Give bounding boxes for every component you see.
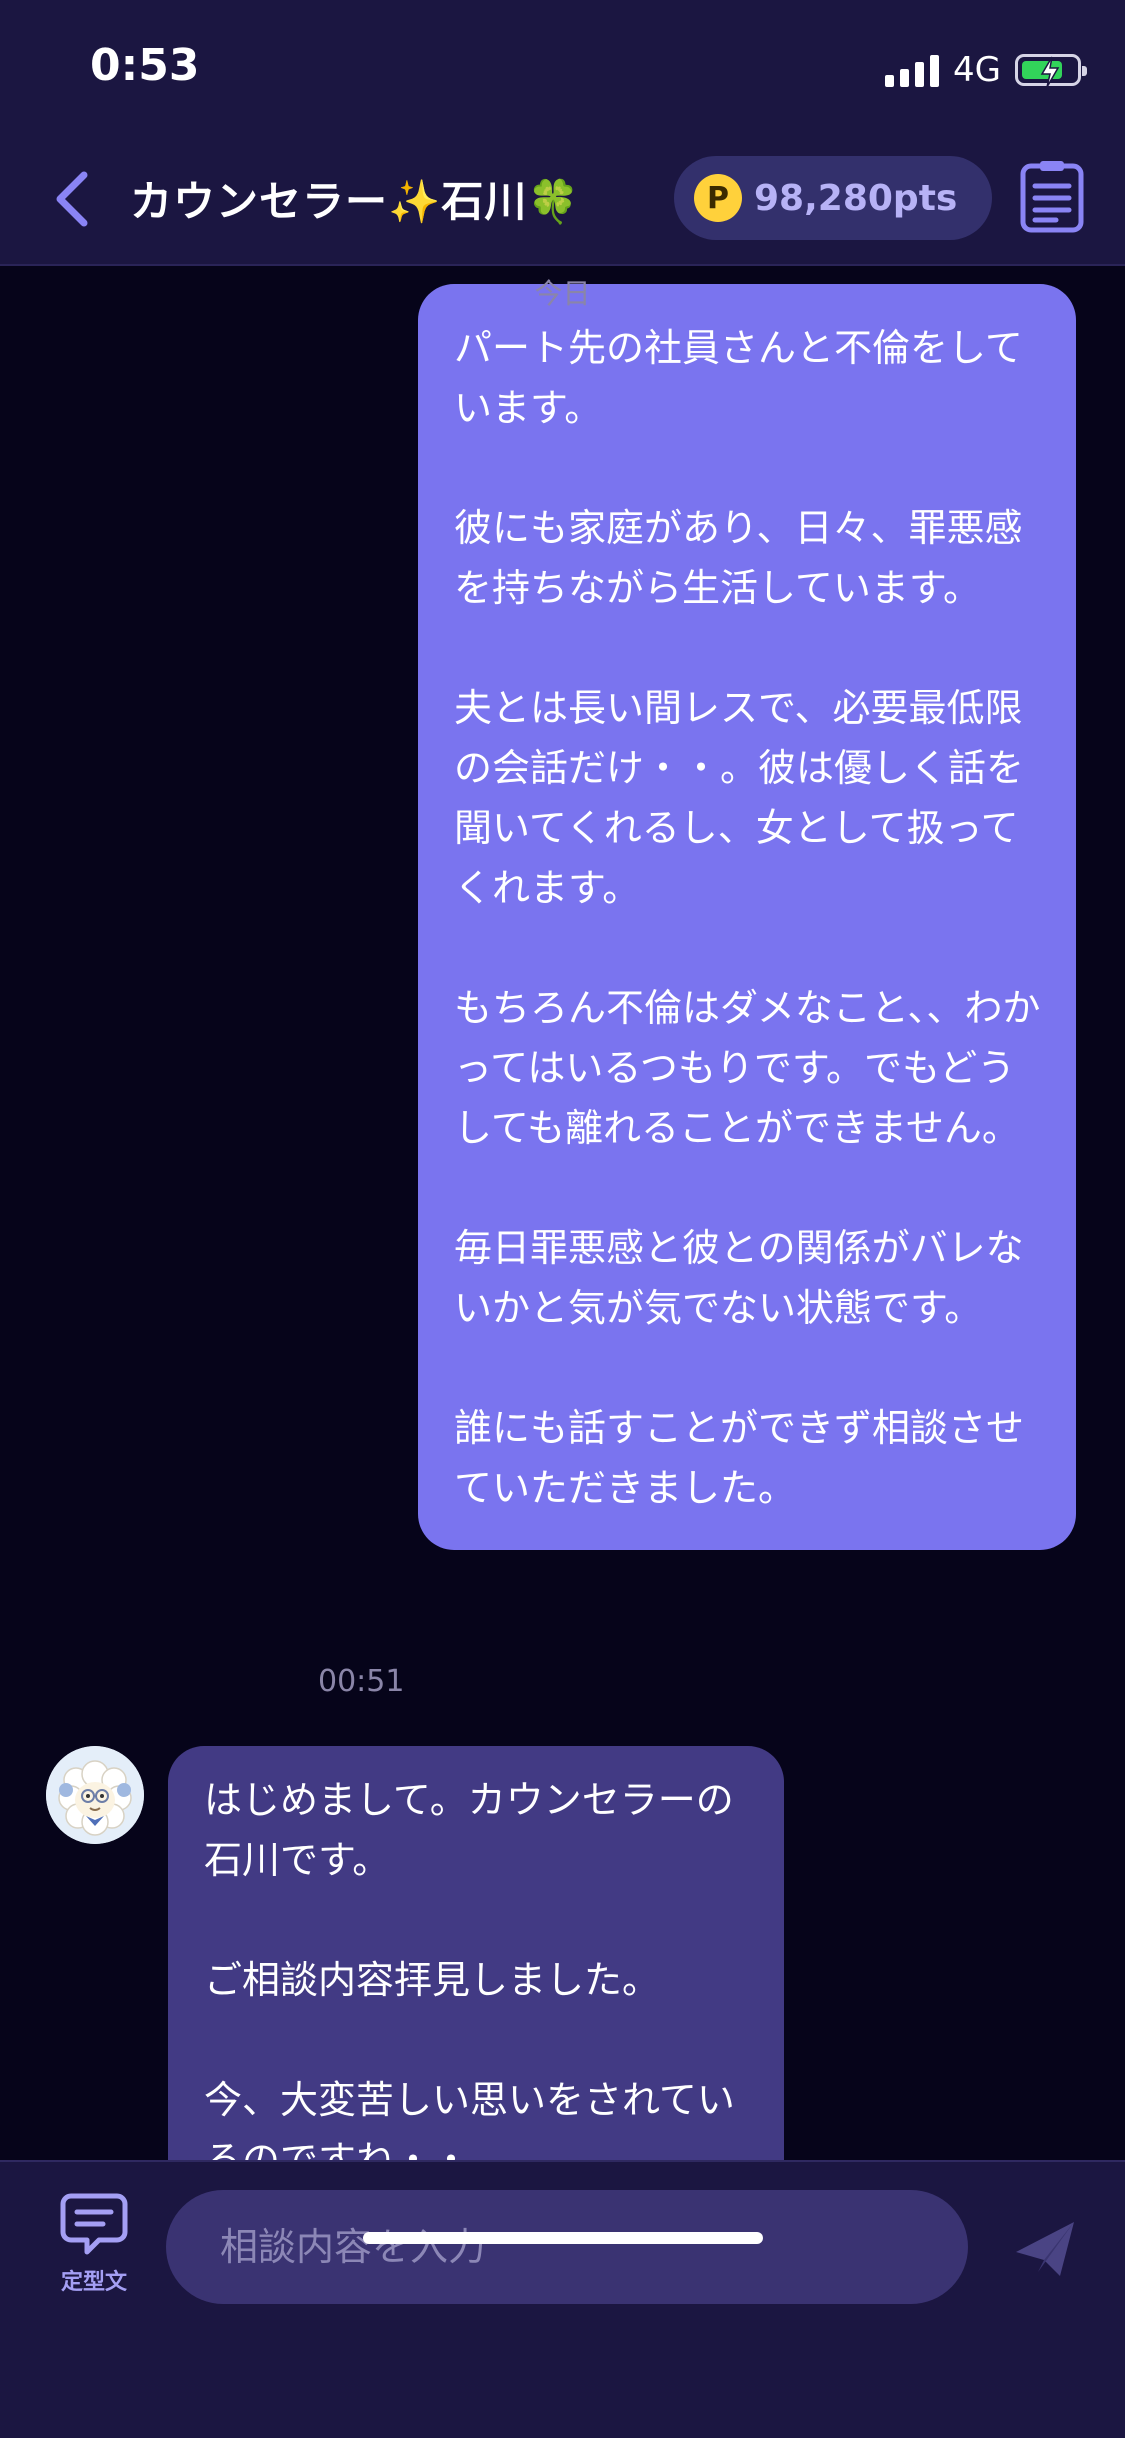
- template-chat-icon: [60, 2193, 128, 2255]
- sparkle-icon: ✨: [388, 177, 442, 226]
- back-chevron-icon[interactable]: [44, 164, 100, 234]
- memo-icon[interactable]: [1020, 160, 1084, 234]
- date-label: 今日: [534, 277, 591, 310]
- home-indicator: [363, 2232, 763, 2244]
- composer-bar: 定型文: [0, 2160, 1125, 2438]
- page-title: カウンセラー✨石川🍀: [130, 168, 581, 229]
- battery-icon: [1015, 54, 1087, 88]
- status-time: 0:53: [90, 40, 200, 91]
- avatar[interactable]: [46, 1746, 144, 1844]
- points-badge[interactable]: P 98,280pts: [674, 156, 992, 240]
- message-input[interactable]: [166, 2190, 968, 2304]
- clover-icon: 🍀: [527, 177, 581, 226]
- title-prefix: カウンセラー: [130, 177, 389, 226]
- incoming-message: はじめまして。カウンセラーの石川です。 ご相談内容拝見しました。 今、大変苦しい…: [168, 1746, 784, 2160]
- message-time: 00:51: [318, 1664, 405, 1699]
- network-type: 4G: [953, 50, 1001, 90]
- signal-icon: [885, 53, 940, 87]
- coin-icon: P: [694, 174, 742, 222]
- points-value: 98,280pts: [754, 177, 958, 219]
- template-button[interactable]: 定型文: [40, 2192, 148, 2302]
- send-icon: [1016, 2222, 1074, 2276]
- title-name: 石川: [441, 177, 528, 226]
- status-indicators: 4G: [885, 48, 1087, 92]
- top-bar: 0:53 4G カウンセラー✨石川🍀 P 98,280pts: [0, 0, 1125, 266]
- outgoing-message: パート先の社員さんと不倫をしています。 彼にも家庭があり、日々、罪悪感を持ちなが…: [418, 284, 1076, 1550]
- avatar-sheep-icon: [46, 1746, 144, 1844]
- template-label: 定型文: [60, 2270, 127, 2295]
- chat-thread[interactable]: パート先の社員さんと不倫をしています。 彼にも家庭があり、日々、罪悪感を持ちなが…: [0, 266, 1125, 2160]
- send-button[interactable]: [1010, 2214, 1080, 2284]
